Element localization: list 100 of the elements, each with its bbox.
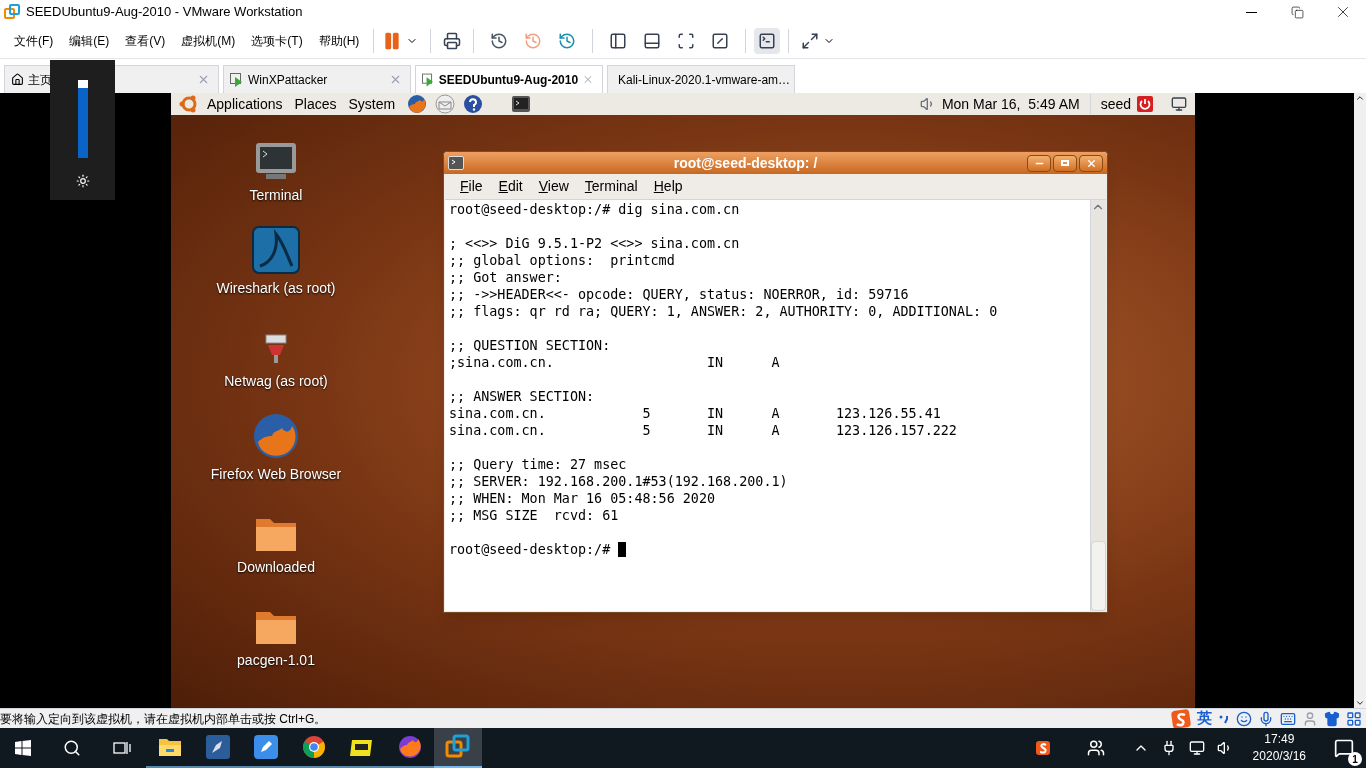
scroll-down-icon[interactable] [1355,698,1365,708]
search-icon[interactable] [63,739,81,757]
tab-label: WinXPattacker [248,71,328,89]
firefox-icon[interactable] [407,94,428,114]
panel-menu[interactable]: System [348,93,396,115]
menu-item[interactable]: 选项卡(T) [245,32,309,50]
terminal-line: ;; WHEN: Mon Mar 16 05:48:56 2020 [449,490,716,507]
terminal-line: ;sina.com.cn. IN A [449,354,780,371]
desktop-icon-label[interactable]: pacgen-1.01 [237,650,315,671]
people-icon[interactable] [1086,739,1105,757]
vm-icon [422,72,435,87]
terminal-line: ;; ANSWER SECTION: [449,388,595,405]
brightness-icon [75,174,90,188]
user-name[interactable]: seed [1100,93,1131,115]
tab-label: Kali-Linux-2020.1-vmware-am… [618,71,791,89]
console-view-button[interactable] [754,28,781,54]
scrollbar-thumb[interactable] [1091,541,1106,611]
firefox-icon [398,735,422,759]
scroll-up-icon[interactable] [1355,93,1365,103]
fin-icon [252,226,300,274]
menu-item[interactable]: 编辑(E) [63,32,116,50]
console-icon [758,32,777,50]
brightness-slider[interactable] [77,80,88,158]
terminal-line: ;; MSG SIZE rcvd: 61 [449,507,619,524]
home-icon [11,73,24,86]
close-button[interactable] [1079,154,1103,172]
ubuntu-logo-icon [179,94,199,114]
folder-icon [158,736,182,758]
snapshot-icon[interactable] [490,32,509,50]
fullscreen-icon[interactable] [677,32,696,50]
terminal-line: ;; QUESTION SECTION: [449,337,611,354]
menu-item[interactable]: 帮助(H) [312,32,366,50]
menu-item[interactable]: Help [645,176,691,197]
menu-item[interactable]: 文件(F) [8,32,60,50]
tab[interactable]: Kali-Linux-2020.1-vmware-am… [607,65,795,93]
keyboard-icon[interactable] [1280,710,1296,727]
terminal-prompt: root@seed-desktop:/# [449,541,612,558]
snapshot-manager-icon[interactable] [558,32,577,50]
panel-menu[interactable]: Applications [207,93,283,115]
panel-clock[interactable]: Mon Mar 16, 5:49 AM [941,93,1080,115]
help-icon[interactable] [463,94,484,114]
smiley-icon[interactable] [1236,710,1252,727]
ime-mode[interactable]: 英 [1197,707,1212,730]
pencil-icon [254,735,278,759]
clock[interactable]: 17:49 2020/3/16 [1244,731,1314,765]
scrollbar[interactable] [1354,93,1366,708]
tab[interactable]: SEEDUbuntu9-Aug-2010 [415,65,603,93]
restore-icon [1290,5,1304,19]
windows-start-icon[interactable] [15,740,31,756]
status-message: 要将输入定向到该虚拟机，请在虚拟机内部单击或按 Ctrl+G。 [0,710,327,728]
desktop-icon-label[interactable]: Wireshark (as root) [216,278,336,299]
terminal-line: ;; flags: qr rd ra; QUERY: 1, ANSWER: 2, AUTHORITY: 0, ADDITIONAL: 0 [449,303,998,320]
rocket-icon [206,735,230,759]
desktop-icon-label[interactable]: Firefox Web Browser [210,464,342,485]
grid-icon[interactable] [1346,710,1362,727]
microphone-icon[interactable] [1258,710,1274,727]
notification-icon[interactable] [1334,738,1354,758]
window-title: SEEDUbuntu9-Aug-2010 - VMware Workstation [26,3,303,22]
terminal-line: ;; ->>HEADER<<- opcode: QUERY, status: NOERROR, id: 59716 [449,286,909,303]
menu-item[interactable]: 虚拟机(M) [175,32,242,50]
terminal-line: sina.com.cn. 5 IN A 123.126.157.222 [449,422,957,439]
desktop-icon-label[interactable]: Netwag (as root) [224,371,328,392]
window-title: root@seed-desktop: / [672,153,819,173]
terminal-line: ;; Got answer: [449,269,562,286]
chrome-icon [302,735,326,759]
menu-item[interactable]: 查看(V) [119,32,172,50]
firefox-icon [252,412,300,460]
menu-item[interactable]: Terminal [576,176,646,197]
maximize-button[interactable] [1053,154,1077,172]
terminal-icon [448,156,464,170]
network-icon[interactable] [1171,96,1187,112]
guest-screen[interactable] [171,93,1195,708]
menu-item[interactable]: File [452,176,491,197]
desktop-icon-label[interactable]: Terminal [249,185,303,206]
menu-item[interactable]: Edit [490,176,531,197]
tab[interactable]: WinXPattacker [223,65,411,93]
terminal-line: root@seed-desktop:/# dig sina.com.cn [449,201,740,218]
terminal-line: ;; SERVER: 192.168.200.1#53(192.168.200.1) [449,473,788,490]
shirt-icon[interactable] [1324,710,1340,727]
clock-date: 2020/3/16 [1252,748,1306,765]
desktop-icon-label[interactable]: Downloaded [237,557,315,578]
clock-time: 17:49 [1264,731,1295,748]
terminal-line: ;; global options: printcmd [449,252,675,269]
terminal-line: ; <<>> DiG 9.5.1-P2 <<>> sina.com.cn [449,235,740,252]
maximize-icon [1061,160,1069,166]
monitor-icon [254,141,298,181]
task-view-icon[interactable] [113,740,131,756]
power-icon[interactable] [1137,96,1153,112]
scrollbar[interactable] [1090,200,1106,611]
cursor [618,542,627,557]
network-icon[interactable] [1188,740,1205,756]
minimize-button[interactable] [1027,154,1051,172]
panel-menu[interactable]: Places [294,93,337,115]
terminal-icon[interactable] [511,95,532,113]
notification-count: 1 [1348,752,1362,766]
terminal-line: ;; Query time: 27 msec [449,456,627,473]
stretch-icon [801,32,820,50]
menu-item[interactable]: View [530,176,577,197]
terminal-line: sina.com.cn. 5 IN A 123.126.55.41 [449,405,941,422]
vm-icon [230,72,244,87]
